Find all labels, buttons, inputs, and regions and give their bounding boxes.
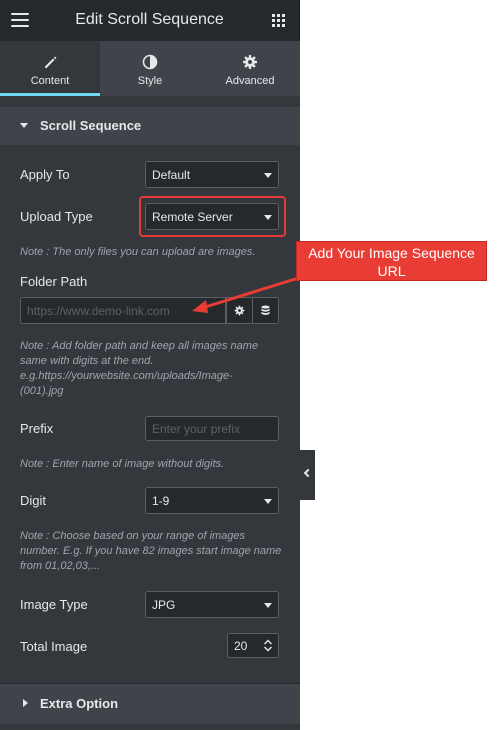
spinner-arrows-icon[interactable] (263, 638, 273, 653)
panel-tabs: Content Style Advanced (0, 41, 300, 96)
chevron-down-icon (264, 173, 272, 178)
chevron-down-icon (264, 499, 272, 504)
chevron-left-icon (303, 468, 313, 478)
panel-title: Edit Scroll Sequence (75, 11, 224, 28)
total-image-value: 20 (234, 639, 248, 653)
half-circle-icon (142, 54, 158, 70)
total-image-input[interactable]: 20 (227, 633, 279, 658)
folder-path-label: Folder Path (20, 274, 88, 289)
section-extra-option[interactable]: Extra Option (0, 684, 300, 724)
total-image-label: Total Image (20, 639, 88, 654)
apply-to-value: Default (152, 168, 191, 182)
prefix-note: Note : Enter name of image without digit… (20, 458, 225, 470)
folder-note: Note : Add folder path and keep all imag… (20, 340, 259, 397)
editor-panel: Edit Scroll Sequence Content Style Advan… (0, 0, 300, 730)
pencil-icon (45, 56, 57, 68)
prefix-input[interactable] (145, 416, 279, 441)
upload-type-highlight (139, 196, 286, 237)
image-type-select[interactable]: JPG (145, 591, 279, 618)
tab-style[interactable]: Style (100, 41, 200, 96)
gear-icon (243, 55, 257, 69)
chevron-down-icon (264, 603, 272, 608)
prefix-label: Prefix (20, 421, 54, 436)
tab-label: Style (137, 75, 163, 87)
tab-content[interactable]: Content (0, 41, 100, 96)
digit-note: Note : Choose based on your range of ima… (20, 530, 282, 572)
upload-type-label: Upload Type (20, 209, 93, 224)
section-title: Extra Option (40, 696, 119, 711)
section-title: Scroll Sequence (40, 118, 142, 133)
apply-to-select[interactable]: Default (145, 161, 279, 188)
tab-label: Advanced (225, 75, 275, 87)
digit-select[interactable]: 1-9 (145, 487, 279, 514)
panel-header: Edit Scroll Sequence (0, 0, 300, 41)
caret-down-icon (20, 123, 28, 128)
tab-label: Content (30, 75, 70, 87)
image-type-value: JPG (152, 598, 176, 612)
image-type-label: Image Type (20, 597, 88, 612)
tab-advanced[interactable]: Advanced (200, 41, 300, 96)
collapse-panel-button[interactable] (300, 450, 315, 500)
digit-value: 1-9 (152, 494, 170, 508)
apply-to-label: Apply To (20, 167, 70, 182)
section-scroll-sequence[interactable]: Scroll Sequence (0, 107, 300, 145)
annotation-callout: Add Your Image Sequence URL (296, 241, 487, 281)
caret-right-icon (23, 699, 28, 707)
grid-icon[interactable] (272, 14, 285, 27)
upload-note: Note : The only files you can upload are… (20, 246, 256, 258)
digit-label: Digit (20, 493, 47, 508)
